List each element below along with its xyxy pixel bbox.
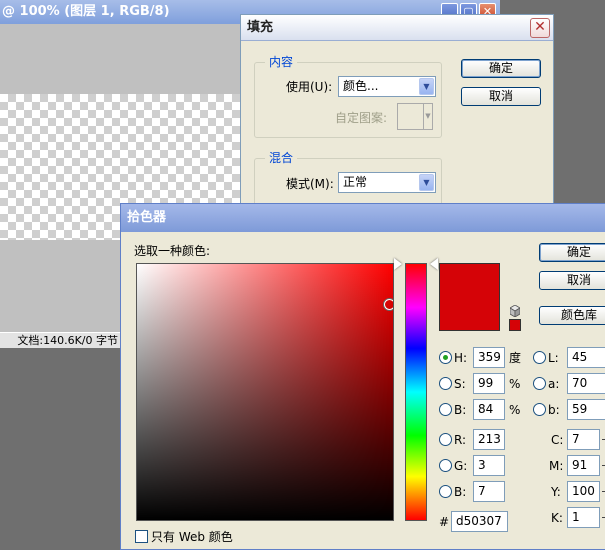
- blue-input[interactable]: 7: [473, 481, 505, 502]
- contents-legend: 内容: [265, 55, 298, 69]
- lab-l-input[interactable]: 45: [567, 347, 605, 368]
- fill-dialog: 填充 ✕ 内容 使用(U): 颜色... ▼ 自定图案: ▼ 混合 模式(M):…: [240, 14, 554, 229]
- brightness-label: B:: [454, 403, 467, 417]
- black-label: K:: [551, 511, 563, 525]
- web-only-label: 只有 Web 颜色: [151, 530, 233, 544]
- mode-label: 模式(M):: [286, 177, 334, 191]
- saturation-brightness-field[interactable]: [136, 263, 394, 521]
- color-marker[interactable]: [384, 298, 393, 310]
- mode-select[interactable]: 正常 ▼: [338, 172, 436, 193]
- hex-label: #: [439, 515, 450, 529]
- red-radio[interactable]: [439, 433, 452, 446]
- cyan-label: C:: [551, 433, 564, 447]
- brightness-radio[interactable]: [439, 403, 452, 416]
- hue-radio[interactable]: [439, 351, 452, 364]
- picker-cancel-button[interactable]: 取消: [539, 271, 605, 290]
- use-label: 使用(U):: [286, 80, 333, 94]
- fill-ok-button[interactable]: 确定: [461, 59, 541, 78]
- red-input[interactable]: 213: [473, 429, 505, 450]
- green-radio[interactable]: [439, 459, 452, 472]
- document-status: 文档:140.6K/0 字节: [0, 332, 124, 348]
- blue-radio[interactable]: [439, 485, 452, 498]
- current-color-swatch: [439, 263, 500, 331]
- custom-pattern-picker[interactable]: ▼: [397, 103, 433, 130]
- green-label: G:: [454, 459, 468, 473]
- fill-dialog-title: 填充: [241, 15, 553, 41]
- picker-ok-button[interactable]: 确定: [539, 243, 605, 262]
- use-select-value: 颜色...: [343, 79, 379, 93]
- custom-pattern-label: 自定图案:: [335, 111, 388, 125]
- black-input[interactable]: 1: [567, 507, 600, 528]
- green-input[interactable]: 3: [473, 455, 505, 476]
- blue-label: B:: [454, 485, 467, 499]
- color-libraries-button[interactable]: 颜色库: [539, 306, 605, 325]
- chevron-down-icon: ▼: [419, 174, 434, 191]
- web-safe-swatch[interactable]: [509, 319, 521, 331]
- lab-l-label: L:: [548, 351, 559, 365]
- magenta-input[interactable]: 91: [567, 455, 600, 476]
- cube-icon[interactable]: [510, 305, 520, 317]
- saturation-input[interactable]: 99: [473, 373, 505, 394]
- hue-unit: 度: [509, 351, 522, 365]
- fill-cancel-button[interactable]: 取消: [461, 87, 541, 106]
- blending-legend: 混合: [265, 151, 298, 165]
- chevron-down-icon: ▼: [419, 78, 434, 95]
- hue-label: H:: [454, 351, 468, 365]
- cyan-input[interactable]: 7: [567, 429, 600, 450]
- lab-b-radio[interactable]: [533, 403, 546, 416]
- lab-b-label: b:: [548, 403, 560, 417]
- color-picker-dialog: 拾色器 选取一种颜色: 确定 取消 颜色库 H: 359 度 S: 99 % B…: [120, 203, 605, 550]
- red-label: R:: [454, 433, 467, 447]
- lab-l-radio[interactable]: [533, 351, 546, 364]
- hex-input[interactable]: d50307: [451, 511, 508, 532]
- hue-slider-right-arrow[interactable]: [430, 258, 438, 270]
- contents-group: 内容 使用(U): 颜色... ▼ 自定图案: ▼: [254, 55, 442, 138]
- brightness-unit: %: [509, 403, 521, 417]
- yellow-input[interactable]: 100: [567, 481, 600, 502]
- saturation-unit: %: [509, 377, 521, 391]
- select-color-label: 选取一种颜色:: [134, 244, 211, 258]
- saturation-radio[interactable]: [439, 377, 452, 390]
- hue-input[interactable]: 359: [473, 347, 505, 368]
- yellow-label: Y:: [551, 485, 561, 499]
- brightness-gradient: [137, 264, 393, 520]
- web-only-checkbox[interactable]: [135, 530, 148, 543]
- saturation-label: S:: [454, 377, 466, 391]
- hue-slider[interactable]: [405, 263, 427, 521]
- hue-slider-left-arrow[interactable]: [394, 258, 402, 270]
- mode-select-value: 正常: [343, 175, 368, 189]
- chevron-down-icon: ▼: [423, 104, 432, 129]
- lab-b-input[interactable]: 59: [567, 399, 605, 420]
- color-picker-title: 拾色器: [121, 204, 605, 232]
- lab-a-input[interactable]: 70: [567, 373, 605, 394]
- lab-a-radio[interactable]: [533, 377, 546, 390]
- use-select[interactable]: 颜色... ▼: [338, 76, 436, 97]
- magenta-label: M:: [549, 459, 564, 473]
- brightness-input[interactable]: 84: [473, 399, 505, 420]
- fill-close-button[interactable]: ✕: [530, 18, 550, 38]
- lab-a-label: a:: [548, 377, 560, 391]
